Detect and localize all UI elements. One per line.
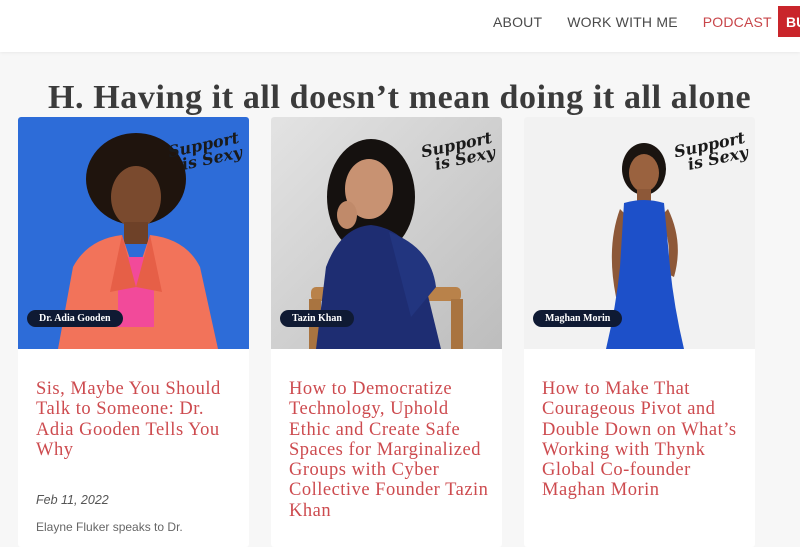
nav-about-link[interactable]: ABOUT [493,14,542,30]
episode-image[interactable]: Support is Sexy Tazin Khan [271,117,502,349]
buy-button[interactable]: BU [778,6,800,37]
guest-name-tag: Maghan Morin [533,310,623,327]
episode-image[interactable]: Support is Sexy Maghan Morin [524,117,755,349]
main-nav: ABOUT WORK WITH ME PODCAST [493,14,797,30]
episode-title-link[interactable]: How to Make That Courageous Pivot and Do… [542,379,742,501]
guest-name-tag: Dr. Adia Gooden [27,310,123,327]
nav-work-with-me-link[interactable]: WORK WITH ME [567,14,678,30]
episode-date: Feb 11, 2022 [36,493,109,507]
section-heading: H. Having it all doesn’t mean doing it a… [48,78,752,116]
podcast-card[interactable]: Support is Sexy Tazin Khan How to Democr… [271,117,502,547]
podcast-card[interactable]: Support is Sexy Dr. Adia Gooden Sis, May… [18,117,249,547]
episode-excerpt: Elayne Fluker speaks to Dr. [36,520,183,534]
podcast-card[interactable]: Support is Sexy Maghan Morin How to Make… [524,117,755,547]
nav-podcast-link[interactable]: PODCAST [703,14,772,30]
episode-image[interactable]: Support is Sexy Dr. Adia Gooden [18,117,249,349]
top-navigation-bar: ABOUT WORK WITH ME PODCAST BU [0,0,800,52]
episode-title-link[interactable]: Sis, Maybe You Should Talk to Someone: D… [36,379,236,460]
episode-title-link[interactable]: How to Democratize Technology, Uphold Et… [289,379,489,521]
guest-name-tag: Tazin Khan [280,310,354,327]
